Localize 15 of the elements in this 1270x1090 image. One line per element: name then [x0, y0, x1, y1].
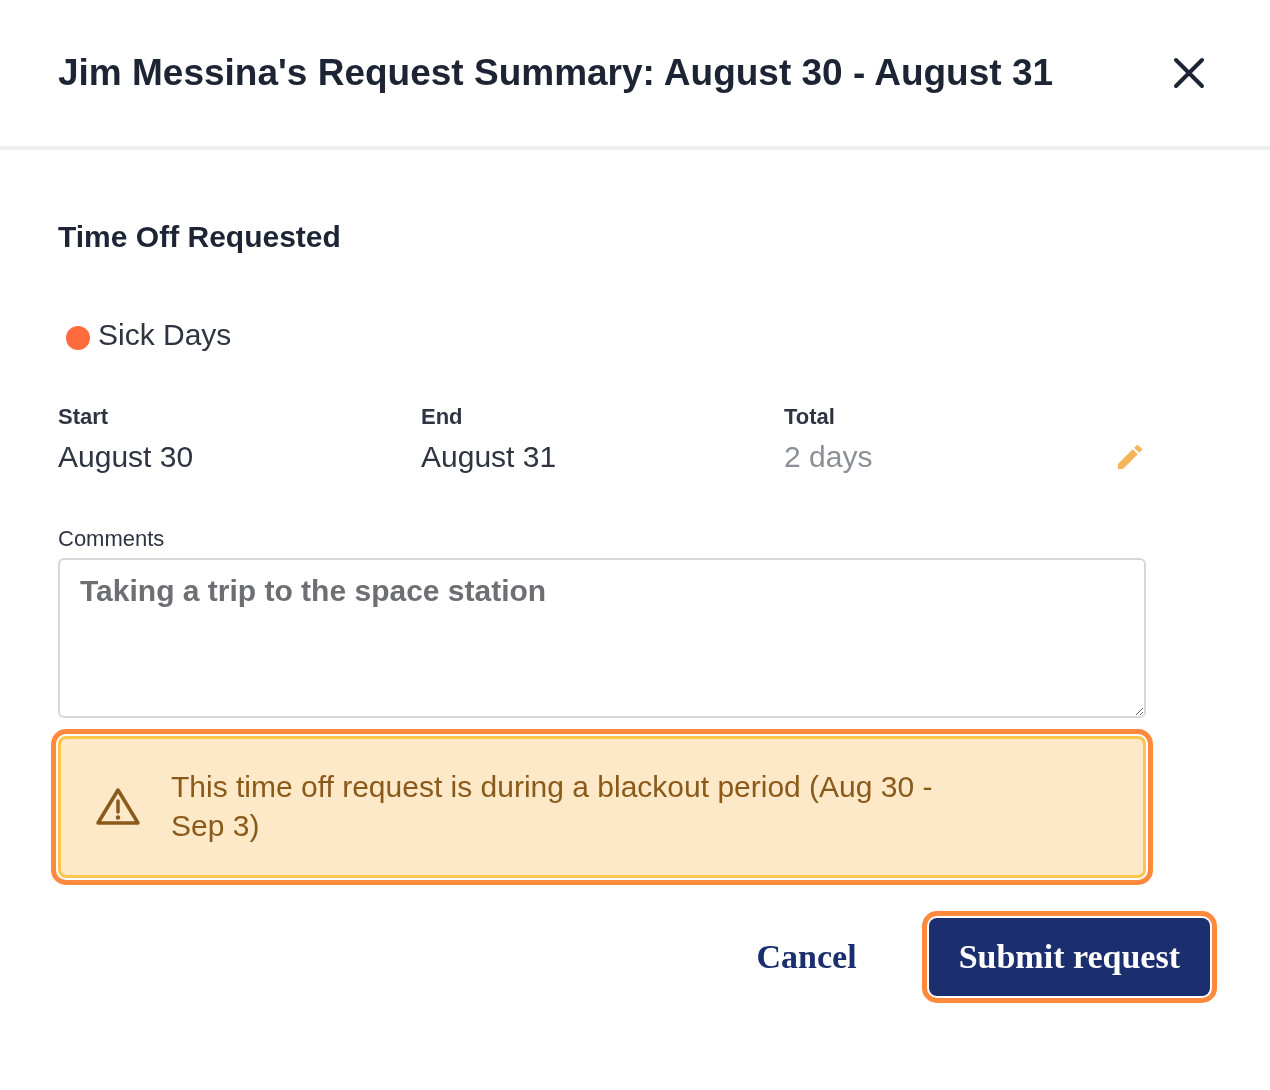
field-value: 2 days [784, 440, 874, 474]
field-value: August 31 [421, 440, 558, 474]
field-label: End [421, 404, 464, 430]
field-label: Start [58, 404, 110, 430]
field-label: Total [784, 404, 836, 430]
leave-type-label: Sick Days [98, 318, 232, 352]
warning-text: This time off request is during a blackout period (Aug 30 - Sep 3) [171, 769, 934, 844]
comments-label: Comments [58, 526, 166, 552]
warning-icon [95, 786, 141, 826]
section-title: Time Off Requested [58, 220, 342, 254]
cancel-button[interactable]: Cancel [750, 918, 863, 996]
close-icon[interactable] [1172, 56, 1206, 90]
field-value: August 30 [58, 440, 195, 474]
comments-field[interactable]: Taking a trip to the space station [58, 558, 1146, 718]
dialog-title: Jim Messina's Request Summary: August 30 - August 31 [58, 52, 1054, 94]
